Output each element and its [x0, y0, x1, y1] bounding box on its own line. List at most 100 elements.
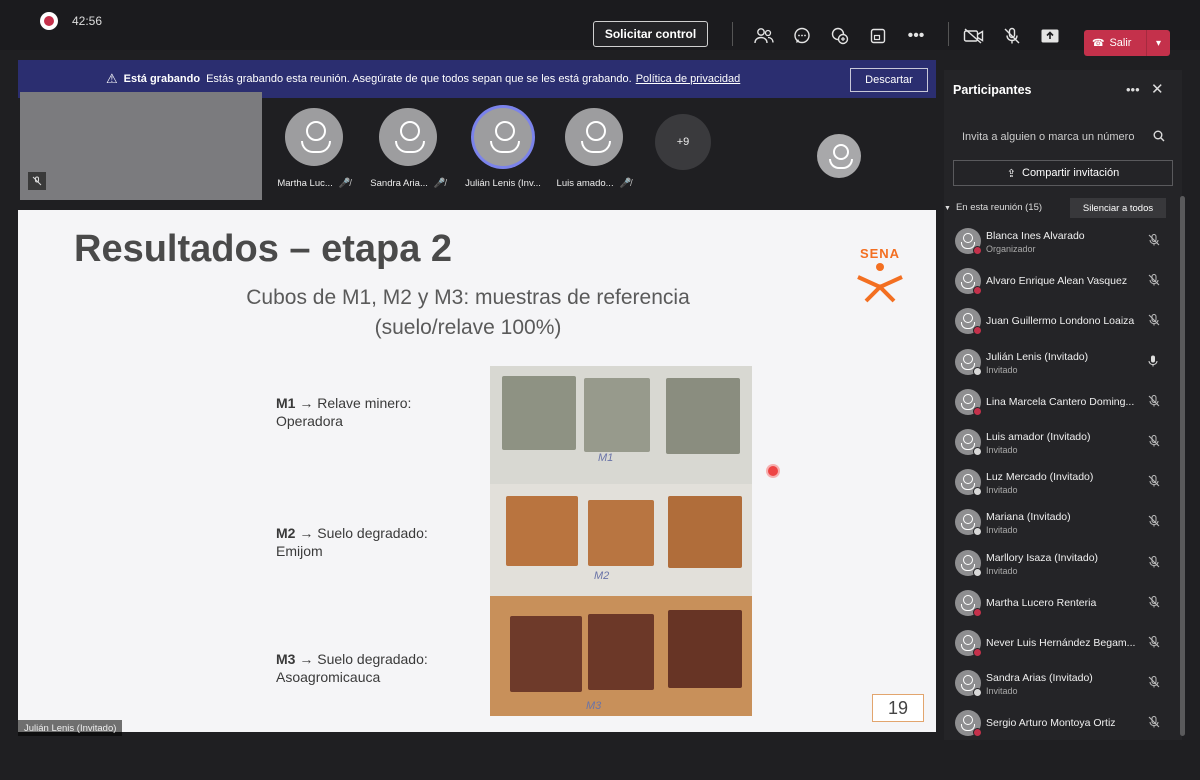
participant-row[interactable]: Luis amador (Invitado) Invitado: [944, 423, 1182, 463]
mic-icon[interactable]: [1148, 355, 1158, 370]
mic-muted-icon[interactable]: [1148, 716, 1160, 731]
participant-row[interactable]: Mariana (Invitado) Invitado: [944, 503, 1182, 543]
avatar: [379, 108, 437, 166]
mic-muted-icon[interactable]: [1148, 274, 1160, 289]
participant-row[interactable]: Julián Lenis (Invitado) Invitado: [944, 343, 1182, 383]
participant-name: Luis amador (Invitado): [986, 430, 1091, 443]
m1-cube: [502, 376, 576, 450]
mic-muted-icon[interactable]: [1148, 314, 1160, 329]
mic-muted-icon[interactable]: [1148, 595, 1160, 611]
participant-tile-name: Julián Lenis (Inv...: [465, 178, 541, 189]
reactions-icon[interactable]: [828, 26, 852, 46]
participant-role: Invitado: [986, 686, 1018, 697]
privacy-policy-link[interactable]: Política de privacidad: [636, 73, 741, 85]
shared-slide: Resultados – etapa 2 Cubos de M1, M2 y M…: [18, 210, 936, 732]
presence-status-icon: [973, 567, 982, 577]
participant-row[interactable]: Sandra Arias (Invitado) Invitado: [944, 664, 1182, 704]
request-control-button[interactable]: Solicitar control: [593, 21, 708, 47]
m3-cube: [588, 614, 654, 690]
participant-name: Never Luis Hernández Begam...: [986, 636, 1136, 649]
presence-status-icon: [973, 326, 982, 336]
participant-name: Julián Lenis (Invitado): [986, 350, 1089, 363]
participant-role: Invitado: [986, 485, 1018, 496]
mic-muted-icon[interactable]: [1148, 515, 1160, 530]
discard-button[interactable]: Descartar: [850, 68, 928, 92]
participants-icon[interactable]: [752, 26, 776, 46]
camera-off-icon[interactable]: [962, 26, 986, 46]
m2-cube: [506, 496, 578, 566]
participant-row[interactable]: Alvaro Enrique Alean Vasquez: [944, 262, 1182, 302]
invite-input[interactable]: Invita a alguien o marca un número: [953, 124, 1171, 150]
participant-tile[interactable]: Luis amado... 🎤̸: [548, 108, 640, 189]
share-icon: ⇪: [1006, 167, 1016, 180]
participant-row[interactable]: Luz Mercado (Invitado) Invitado: [944, 463, 1182, 503]
participant-row[interactable]: Never Luis Hernández Begam...: [944, 624, 1182, 664]
in-meeting-label: En esta reunión (15): [955, 202, 1043, 213]
search-icon[interactable]: [1153, 130, 1165, 145]
photo-label: M2: [594, 570, 610, 582]
self-video-tile[interactable]: [20, 92, 262, 200]
share-content-icon[interactable]: [1038, 26, 1062, 46]
m2-cube: [668, 496, 742, 568]
mic-muted-icon[interactable]: [1148, 475, 1160, 490]
presence-status-icon: [973, 366, 982, 376]
sample-label-m3: M3 → Suelo degradado: Asoagromicauca: [276, 651, 428, 685]
recording-banner-title: Está grabando: [123, 73, 201, 85]
mic-muted-icon: 🎤̸: [338, 178, 351, 189]
mute-all-button[interactable]: Silenciar a todos: [1070, 198, 1166, 218]
mic-muted-icon[interactable]: [1148, 555, 1160, 571]
participant-row[interactable]: Blanca Ines Alvarado Organizador: [944, 222, 1182, 262]
participant-row[interactable]: Martha Lucero Renteria: [944, 584, 1182, 624]
more-options-icon[interactable]: •••: [904, 26, 928, 46]
avatar[interactable]: [817, 134, 861, 178]
participant-role: Organizador: [986, 244, 1036, 254]
sena-logo: SENA: [852, 246, 908, 304]
participant-name: Sergio Arturo Montoya Ortiz: [986, 717, 1116, 730]
participant-tile-name: Martha Luc...: [277, 178, 333, 189]
mic-muted-icon[interactable]: [1148, 635, 1160, 651]
scrollbar[interactable]: [1180, 196, 1185, 736]
panel-title: Participantes: [953, 83, 1032, 97]
participant-row[interactable]: Lina Marcela Cantero Doming...: [944, 383, 1182, 423]
participant-tile-name: Luis amado...: [556, 178, 614, 189]
share-invite-button[interactable]: ⇪ Compartir invitación: [953, 160, 1173, 186]
participant-name: Alvaro Enrique Alean Vasquez: [986, 275, 1128, 288]
presence-status-icon: [973, 607, 982, 617]
participant-tile[interactable]: Martha Luc... 🎤̸: [268, 108, 360, 189]
meeting-toolbar: 42:56 Solicitar control ••• ☎ Salir ▾: [0, 0, 1200, 56]
participant-row[interactable]: Juan Guillermo Londono Loaiza: [944, 302, 1182, 342]
participant-name: Lina Marcela Cantero Doming...: [986, 395, 1135, 408]
sample-label-m2: M2 → Suelo degradado: Emijom: [276, 525, 428, 559]
presence-status-icon: [973, 406, 982, 416]
sena-logo-text: SENA: [859, 246, 901, 261]
more-options-icon[interactable]: •••: [1126, 82, 1140, 97]
leave-button[interactable]: ☎ Salir ▾: [1084, 30, 1170, 56]
participant-tile[interactable]: Sandra Aria... 🎤̸: [362, 108, 454, 189]
participant-name: Blanca Ines Alvarado: [986, 230, 1085, 242]
mic-muted-icon[interactable]: [1148, 676, 1160, 691]
in-meeting-section-toggle[interactable]: ▼ En esta reunión (15): [944, 202, 1042, 213]
mic-muted-icon: [28, 172, 46, 190]
close-icon[interactable]: ✕: [1151, 80, 1164, 98]
participant-row[interactable]: Sergio Arturo Montoya Ortiz: [944, 704, 1182, 744]
chevron-down-icon: ▼: [944, 205, 951, 212]
leave-label: Salir: [1109, 37, 1132, 49]
presence-status-icon: [973, 688, 982, 698]
chat-icon[interactable]: [790, 26, 814, 46]
participant-name: Martha Lucero Renteria: [986, 596, 1097, 609]
participant-tile[interactable]: Julián Lenis (Inv...: [457, 108, 549, 189]
m3-cube: [510, 616, 582, 692]
mic-muted-icon[interactable]: [1148, 434, 1160, 450]
participant-name: Mariana (Invitado): [986, 511, 1071, 524]
breakout-rooms-icon[interactable]: [866, 26, 890, 46]
mic-muted-icon[interactable]: [1148, 234, 1160, 249]
toolbar-divider: [948, 22, 949, 46]
m3-cube: [668, 610, 742, 688]
recording-banner-message: Estás grabando esta reunión. Asegúrate d…: [206, 73, 632, 85]
chevron-down-icon[interactable]: ▾: [1146, 30, 1170, 56]
participant-row[interactable]: Marllory Isaza (Invitado) Invitado: [944, 544, 1182, 584]
more-participants-button[interactable]: +9: [655, 114, 711, 170]
mic-muted-icon[interactable]: [1000, 26, 1024, 46]
mic-muted-icon[interactable]: [1148, 394, 1160, 410]
participants-panel: Participantes ••• ✕ Invita a alguien o m…: [944, 70, 1182, 740]
